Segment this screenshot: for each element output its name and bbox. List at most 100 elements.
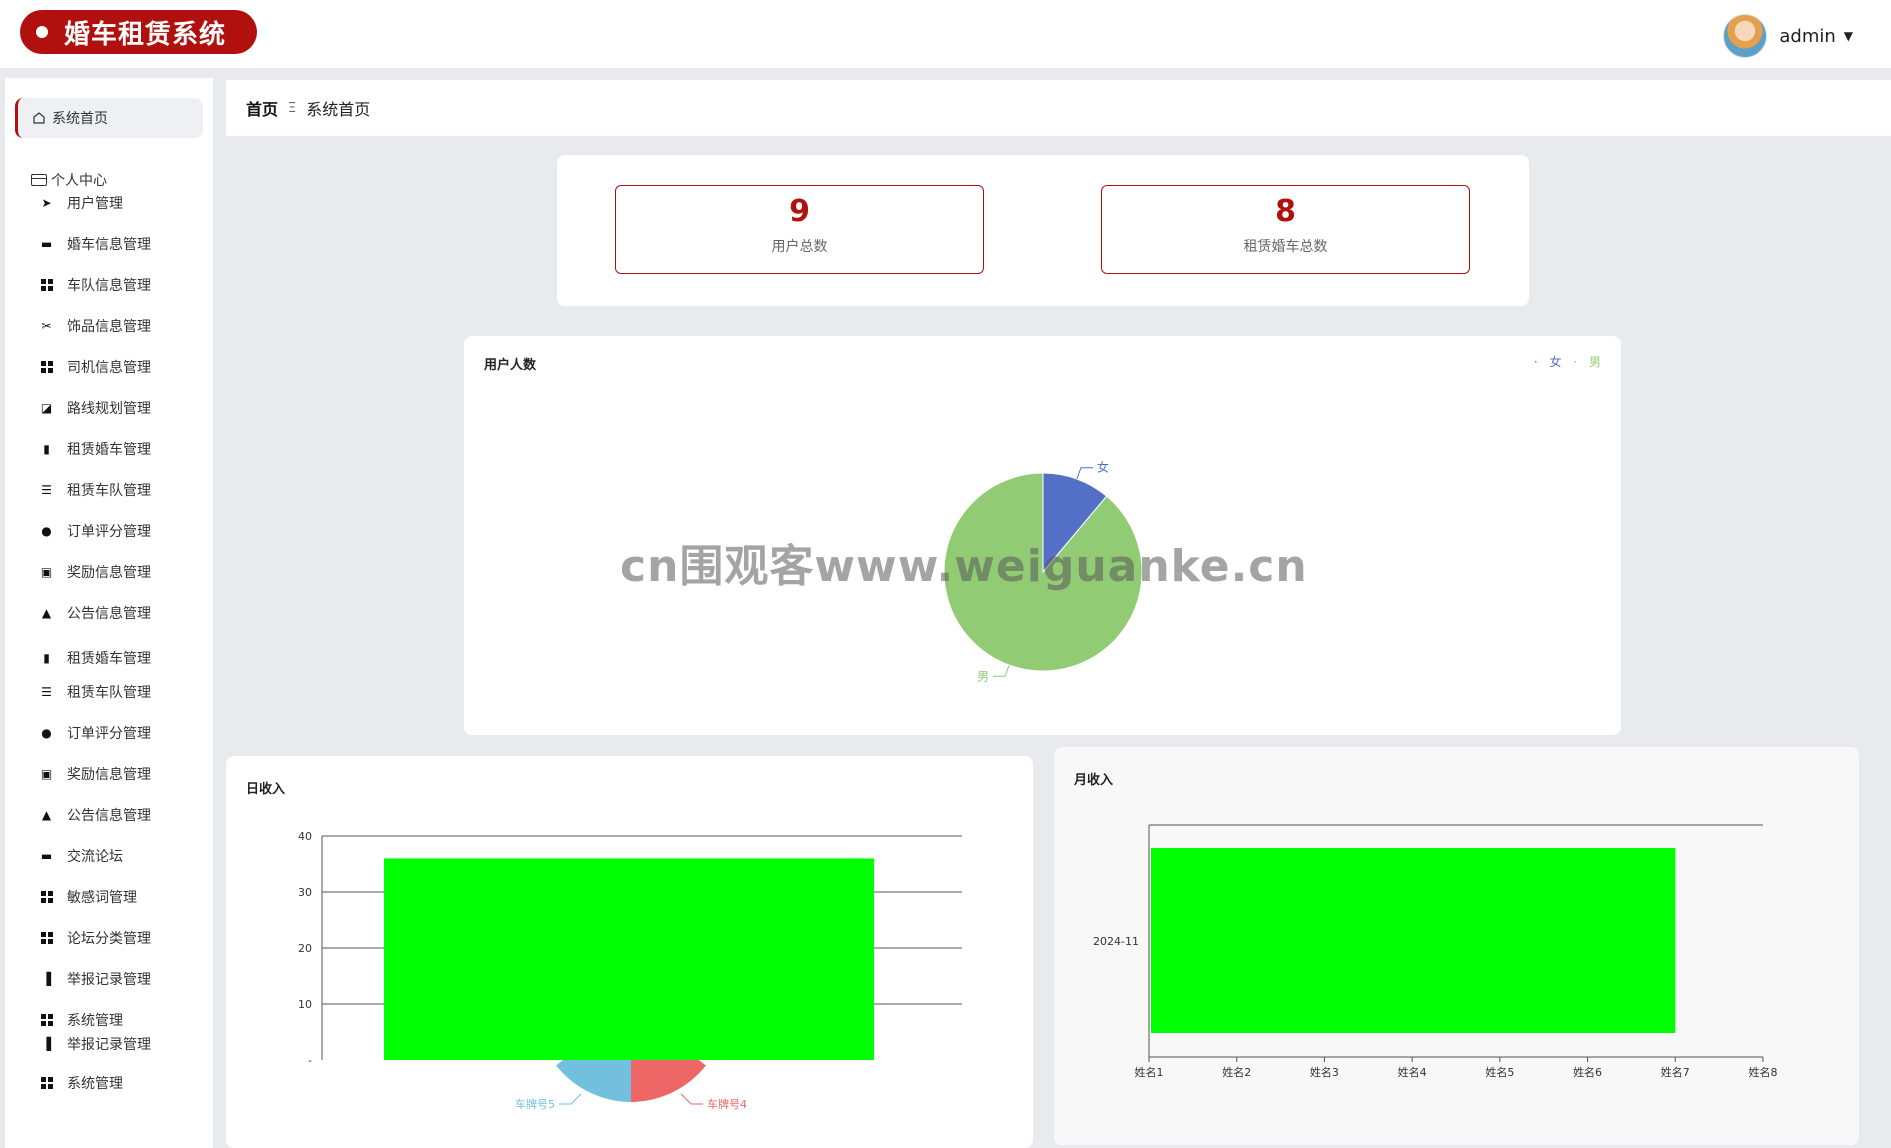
y-tick-label: 20 [298, 942, 312, 955]
sidebar-item[interactable]: ▐ 举报记录管理 [40, 1034, 151, 1054]
x-tick-label: 姓名5 [1485, 1065, 1514, 1079]
logo-dot-icon [36, 26, 48, 38]
sidebar: 系统首页 个人中心 ➤ 用户管理 ▬ 婚车信息管理 车队信息管理 ✂ 饰品信息管理 司机信息管… [5, 78, 213, 1148]
sidebar-item[interactable]: ▣ 奖励信息管理 [40, 764, 151, 784]
x-tick-label: 姓名2 [1222, 1065, 1251, 1079]
pie-label-line [559, 1093, 582, 1105]
pie-label-line [1076, 467, 1093, 480]
pie-label: 车牌号5 [515, 1097, 555, 1111]
stat-value: 8 [1275, 194, 1296, 229]
caret-down-icon[interactable]: ▼ [1844, 29, 1853, 43]
sidebar-item[interactable]: ◪ 路线规划管理 [40, 398, 151, 418]
y-tick-label: 40 [298, 830, 312, 843]
sidebar-item-label: 婚车信息管理 [67, 237, 151, 253]
person-icon: ▲ [41, 606, 52, 620]
sidebar-item-label: 用户管理 [67, 196, 123, 212]
grid-icon [40, 361, 53, 374]
sidebar-item-home[interactable]: 系统首页 [15, 98, 203, 138]
sidebar-item[interactable]: ▬ 婚车信息管理 [40, 234, 151, 254]
x-tick-label: 姓名8 [1749, 1065, 1778, 1079]
sidebar-item-label: 租赁车队管理 [67, 483, 151, 499]
sidebar-item-label: 论坛分类管理 [67, 931, 151, 947]
sidebar-item-label: 系统首页 [52, 111, 108, 127]
sidebar-section-personal[interactable]: 个人中心 [31, 170, 107, 190]
sidebar-item[interactable]: 敏感词管理 [40, 887, 137, 907]
stat-label: 用户总数 [771, 239, 828, 255]
briefcase-icon: ▬ [40, 849, 53, 863]
clipboard-x-icon: ▣ [40, 565, 53, 579]
sidebar-item[interactable]: 系统管理 [40, 1010, 123, 1030]
top-header: 婚车租赁系统 admin ▼ [0, 0, 1891, 68]
y-tick-label: 30 [298, 886, 312, 899]
pie-label: 女 [1097, 460, 1109, 475]
sidebar-item-label: 公告信息管理 [67, 606, 151, 622]
sidebar-item[interactable]: 司机信息管理 [40, 357, 151, 377]
bar[interactable] [1151, 848, 1676, 1033]
breadcrumb-current: 系统首页 [306, 100, 371, 119]
pie-label-line [993, 664, 1010, 677]
daily-income-chart-card: 日收入 车牌号5 车牌号4 40 30 20 10- [226, 756, 1033, 1148]
person-icon: ▲ [41, 808, 52, 822]
grid-icon [40, 891, 53, 904]
avatar[interactable] [1723, 14, 1768, 58]
sidebar-item[interactable]: ▮ 租赁婚车管理 [40, 439, 151, 459]
sidebar-item[interactable]: ☰ 租赁车队管理 [40, 682, 151, 702]
sidebar-item[interactable]: 论坛分类管理 [40, 928, 151, 948]
user-menu[interactable]: admin ▼ [1723, 14, 1853, 58]
sidebar-item[interactable]: ▣ 奖励信息管理 [40, 562, 151, 582]
ticket-icon: ✂ [41, 319, 52, 333]
sidebar-item[interactable]: ➤ 用户管理 [40, 193, 123, 213]
pie-label: 车牌号4 [707, 1097, 747, 1111]
x-tick-label: 姓名3 [1310, 1065, 1339, 1079]
sidebar-item[interactable]: ● 订单评分管理 [40, 723, 151, 743]
grid-icon [40, 1077, 53, 1090]
sidebar-item[interactable]: ▲ 公告信息管理 [40, 805, 151, 825]
sidebar-item[interactable]: ▐ 举报记录管理 [40, 969, 151, 989]
x-tick-label: 姓名7 [1661, 1065, 1690, 1079]
sidebar-item[interactable]: ✂ 饰品信息管理 [40, 316, 151, 336]
clipboard-icon: ▮ [43, 651, 50, 665]
sidebar-item-label: 敏感词管理 [67, 890, 137, 906]
sidebar-item-label: 路线规划管理 [67, 401, 151, 417]
x-tick-label: 姓名1 [1135, 1065, 1164, 1079]
sidebar-item[interactable]: ▬ 交流论坛 [40, 846, 123, 866]
sidebar-item-label: 租赁婚车管理 [67, 442, 151, 458]
sidebar-item-label: 租赁车队管理 [67, 685, 151, 701]
sidebar-item-label: 奖励信息管理 [67, 565, 151, 581]
balloon-icon: ● [41, 524, 52, 538]
stat-value: 9 [789, 194, 810, 229]
sidebar-item-label: 系统管理 [67, 1013, 123, 1029]
sidebar-item-label: 饰品信息管理 [67, 319, 151, 335]
line-chart-icon: ◪ [40, 401, 53, 415]
sidebar-item-label: 举报记录管理 [67, 972, 151, 988]
stat-user-total: 9 用户总数 [615, 185, 984, 274]
sidebar-item-label: 交流论坛 [67, 849, 123, 865]
sidebar-item-label: 奖励信息管理 [67, 767, 151, 783]
clipboard-x-icon: ▣ [40, 767, 53, 781]
sidebar-item[interactable]: 车队信息管理 [40, 275, 151, 295]
card-icon [31, 174, 47, 186]
monitor-icon: ▬ [40, 237, 53, 251]
pie-label: 男 [977, 669, 989, 683]
sidebar-item[interactable]: ▮ 租赁婚车管理 [40, 648, 151, 668]
sidebar-item-label: 订单评分管理 [67, 524, 151, 540]
app-title: 婚车租赁系统 [64, 19, 227, 50]
stat-rental-car-total: 8 租赁婚车总数 [1101, 185, 1470, 274]
bar[interactable] [384, 858, 874, 1060]
grid-icon [40, 932, 53, 945]
sidebar-item[interactable]: ▲ 公告信息管理 [40, 603, 151, 623]
sidebar-item[interactable]: 系统管理 [40, 1073, 123, 1093]
app-logo[interactable]: 婚车租赁系统 [20, 10, 257, 54]
sidebar-item[interactable]: ● 订单评分管理 [40, 521, 151, 541]
sidebar-item-label: 车队信息管理 [67, 278, 151, 294]
sidebar-item[interactable]: ☰ 租赁车队管理 [40, 480, 151, 500]
breadcrumb-separator-icon: Ξ [288, 100, 297, 116]
sidebar-section-label: 个人中心 [51, 173, 107, 189]
bar-chart-icon: ▐ [41, 1037, 52, 1051]
pie-label-line [680, 1093, 703, 1105]
sidebar-item-label: 举报记录管理 [67, 1037, 151, 1053]
user-name[interactable]: admin [1779, 26, 1835, 47]
y-tick-label: - [308, 1054, 312, 1067]
sidebar-item-label: 司机信息管理 [67, 360, 151, 376]
breadcrumb-home[interactable]: 首页 [246, 96, 278, 120]
